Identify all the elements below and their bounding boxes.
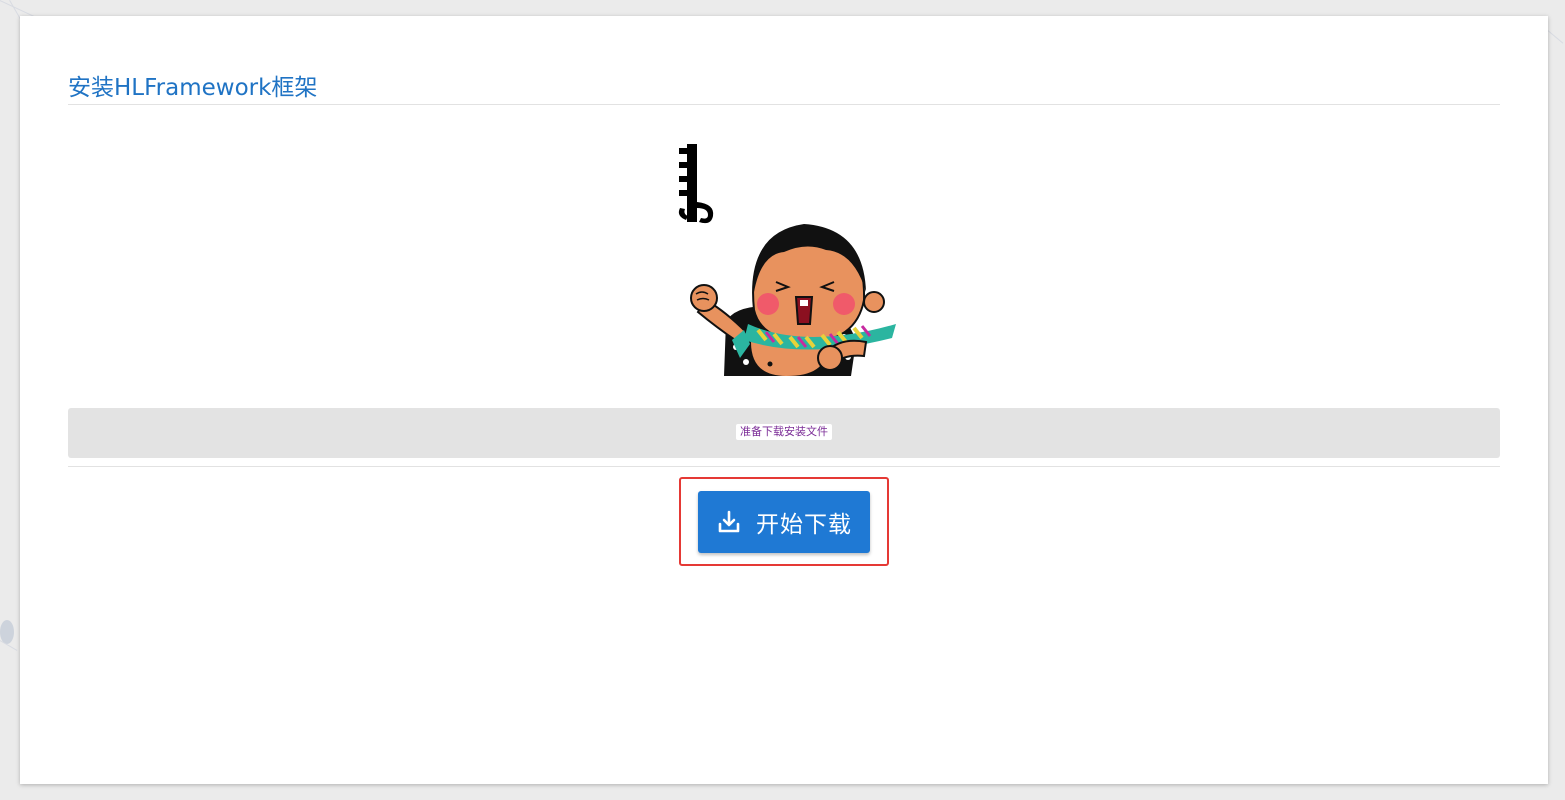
section-divider [68,466,1500,467]
page-title: 安装HLFramework框架 [68,75,318,101]
download-icon [716,509,742,535]
download-button-label: 开始下载 [756,512,852,538]
status-text: 准备下载安装文件 [736,424,832,440]
install-card: 安装HLFramework框架 准备下载安装文件 开始下载 [20,16,1548,784]
start-download-button[interactable]: 开始下载 [698,491,870,553]
download-status-bar: 准备下载安装文件 [68,408,1500,458]
cartoon-illustration [666,142,896,376]
title-divider [68,104,1500,105]
mongolian-script-glyph [678,144,714,224]
